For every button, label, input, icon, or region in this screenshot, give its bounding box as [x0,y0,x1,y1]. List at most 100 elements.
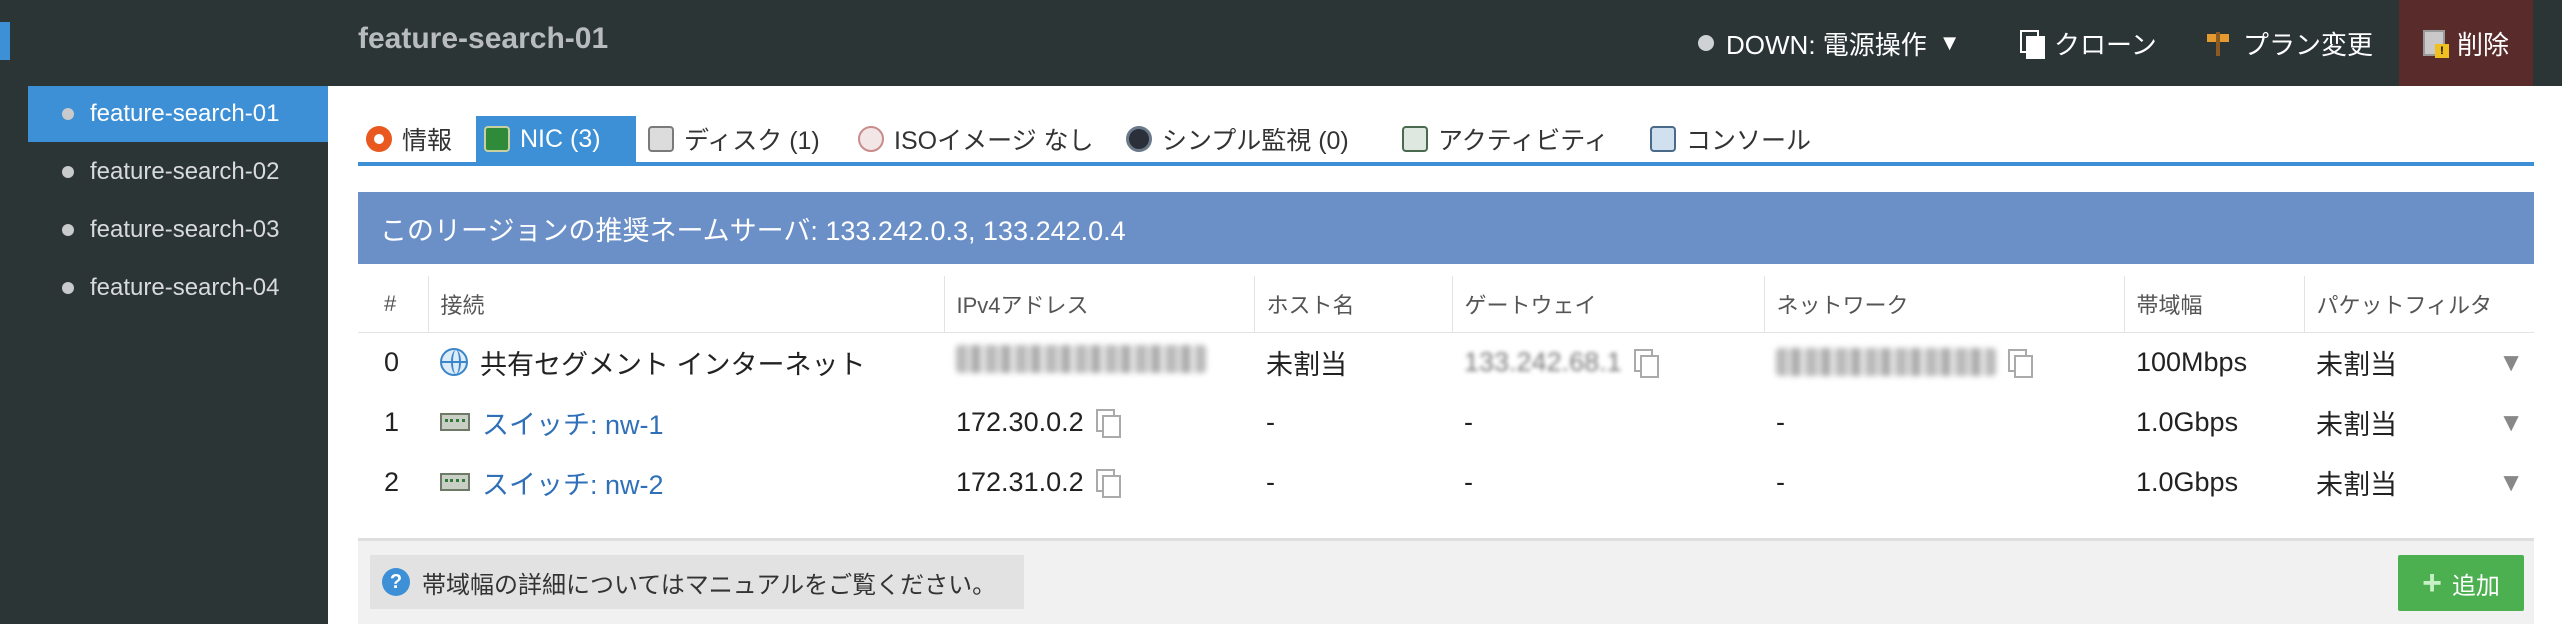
copy-icon[interactable] [1633,349,1659,379]
switch-link-nw-2[interactable]: スイッチ: nw-2 [482,463,664,502]
tab-label: ディスク (1) [684,127,820,155]
network-cell: - [1776,406,1785,437]
tab-simple-monitor[interactable]: シンプル監視 (0) [1118,116,1357,162]
gateway-cell: - [1464,466,1473,497]
sidebar-item-label: feature-search-03 [90,216,280,243]
packet-filter-cell: 未割当 ▼ [2304,392,2534,452]
row-menu-caret-icon[interactable]: ▼ [2498,407,2534,438]
ipv4-value: 172.31.0.2 [956,466,1084,497]
tab-label: ISOイメージ なし [894,127,1094,155]
plus-icon: + [2422,564,2442,602]
copy-icon[interactable] [1095,409,1121,438]
globe-icon [440,348,468,377]
info-icon [366,126,392,152]
copy-icon [2020,30,2045,59]
table-row: 0 共有セグメント インターネット 未割当 133.242.68.1 100Mb… [358,332,2534,392]
column-header: IPv4アドレス [943,276,1254,333]
column-header: パケットフィルタ [2303,276,2534,333]
table-row: 2 スイッチ: nw-2 172.31.0.2 - - - 1.0Gbps 未割… [358,452,2534,512]
app-window: feature-search-01 DOWN: 電源操作 ▼ クローン プラン変… [0,0,2562,624]
activity-monitor-icon [1402,126,1428,152]
column-header: # [358,276,428,333]
network-cell [1764,332,2124,392]
console-monitor-icon [1650,126,1676,152]
redacted-network [1776,348,1996,377]
bullet-icon [62,224,74,236]
power-menu-button[interactable]: DOWN: 電源操作 ▼ [1698,0,1961,86]
switch-icon [440,473,470,491]
bandwidth-cell: 1.0Gbps [2136,466,2239,497]
delete-label: 削除 [2456,29,2509,60]
sidebar-item-feature-search-03[interactable]: feature-search-03 [28,202,328,258]
nameserver-text: このリージョンの推奨ネームサーバ: 133.242.0.3, 133.242.0… [380,215,1126,246]
connection-cell: 共有セグメント インターネット [428,332,944,392]
tab-console[interactable]: コンソール [1642,116,1819,162]
bandwidth-cell: 1.0Gbps [2136,406,2239,437]
bandwidth-help-note[interactable]: ? 帯域幅の詳細についてはマニュアルをご覧ください。 [370,555,1024,609]
bullet-icon [62,108,74,120]
tab-label: アクティビティ [1438,127,1609,155]
tab-label: NIC (3) [520,124,601,153]
column-header: ホスト名 [1253,276,1452,333]
disk-icon [648,126,674,152]
gateway-value: 133.242.68.1 [1464,346,1622,377]
nic-card-icon [484,126,510,152]
change-plan-label: プラン変更 [2243,29,2374,60]
row-menu-caret-icon[interactable]: ▼ [2498,347,2534,378]
table-footer: ? 帯域幅の詳細についてはマニュアルをご覧ください。 + 追加 [358,538,2534,624]
top-header: feature-search-01 DOWN: 電源操作 ▼ クローン プラン変… [10,0,2562,86]
tab-label: 情報 [402,127,453,155]
hostname-cell: - [1266,466,1275,497]
power-label: DOWN: 電源操作 [1726,29,1927,60]
tab-iso-image[interactable]: ISOイメージ なし [850,116,1102,162]
ipv4-cell: 172.30.0.2 [944,392,1254,452]
trash-warning-icon [2422,30,2449,58]
ipv4-cell: 172.31.0.2 [944,452,1254,512]
column-header: ネットワーク [1763,276,2124,333]
packet-filter-value: 未割当 [2316,469,2397,500]
hostname-cell: 未割当 [1266,349,1347,380]
ipv4-cell [944,332,1254,392]
left-strip [0,0,10,624]
copy-icon[interactable] [1095,469,1121,498]
add-label: 追加 [2451,572,2500,600]
tab-nic[interactable]: NIC (3) [476,116,636,162]
sidebar-item-label: feature-search-01 [90,100,280,127]
status-dot-icon [1698,35,1714,51]
bullet-icon [62,282,74,294]
sidebar-item-feature-search-04[interactable]: feature-search-04 [28,260,328,316]
packet-filter-cell: 未割当 ▼ [2304,332,2534,392]
nic-table: # 接続 IPv4アドレス ホスト名 ゲートウェイ ネットワーク 帯域幅 パケッ… [358,276,2534,512]
redacted-ipv4 [956,344,1206,373]
delete-button[interactable]: 削除 [2399,0,2533,86]
network-cell: - [1776,466,1785,497]
main-panel: 情報 NIC (3) ディスク (1) ISOイメージ なし シンプル監視 (0… [328,86,2562,624]
page-title: feature-search-01 [358,22,609,55]
tab-info[interactable]: 情報 [358,116,460,162]
column-header: 接続 [427,276,944,333]
table-header-row: # 接続 IPv4アドレス ホスト名 ゲートウェイ ネットワーク 帯域幅 パケッ… [358,276,2534,333]
column-header: 帯域幅 [2123,276,2304,333]
switch-link-nw-1[interactable]: スイッチ: nw-1 [482,403,664,442]
nic-index: 0 [384,346,400,377]
packet-filter-value: 未割当 [2316,409,2397,440]
help-icon: ? [382,568,410,596]
nic-index: 1 [384,406,400,437]
tab-disk[interactable]: ディスク (1) [640,116,828,162]
switch-icon [440,413,470,431]
add-nic-button[interactable]: + 追加 [2398,555,2524,611]
row-menu-caret-icon[interactable]: ▼ [2498,467,2534,498]
tab-activity[interactable]: アクティビティ [1394,116,1617,162]
server-sidebar: feature-search-01 feature-search-02 feat… [10,86,328,624]
nameserver-banner: このリージョンの推奨ネームサーバ: 133.242.0.3, 133.242.0… [358,192,2534,264]
sidebar-item-feature-search-02[interactable]: feature-search-02 [28,144,328,200]
change-plan-button[interactable]: プラン変更 [2205,0,2373,86]
clone-button[interactable]: クローン [2020,0,2157,86]
packet-filter-value: 未割当 [2316,349,2397,380]
connection-label: 共有セグメント インターネット [480,349,866,380]
sidebar-item-feature-search-01[interactable]: feature-search-01 [28,86,328,142]
gateway-cell: 133.242.68.1 [1452,332,1764,392]
tab-bar: 情報 NIC (3) ディスク (1) ISOイメージ なし シンプル監視 (0… [358,116,2534,166]
copy-icon[interactable] [2008,349,2033,379]
camera-icon [1126,126,1152,152]
